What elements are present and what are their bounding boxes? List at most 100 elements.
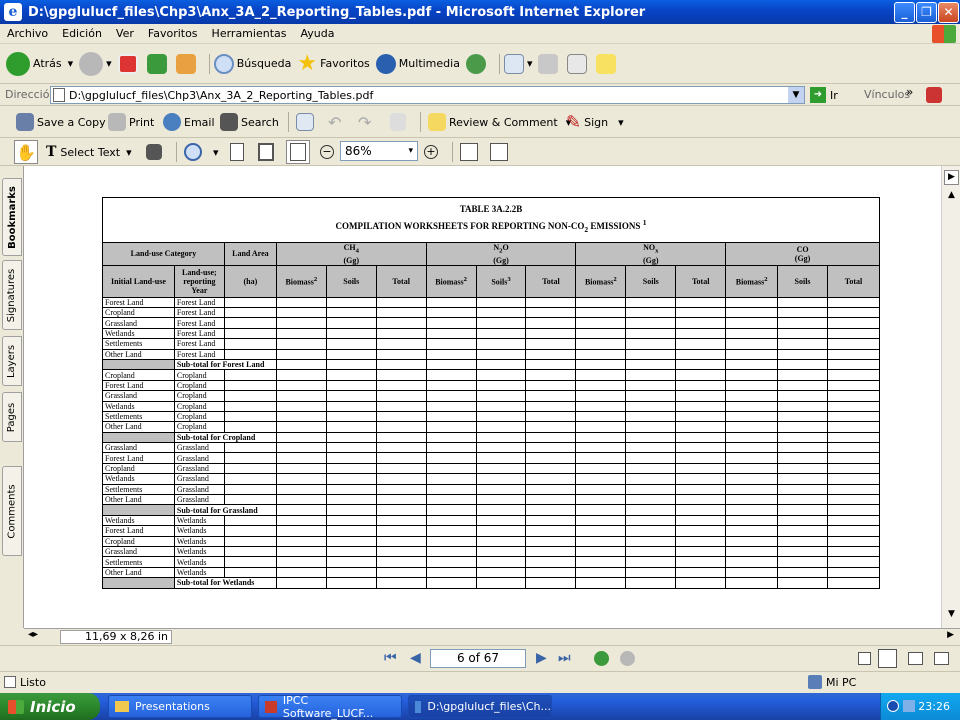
go-button[interactable]: ➜ Ir bbox=[810, 87, 838, 103]
zoom-in-button[interactable]: + bbox=[424, 140, 438, 164]
value-cell bbox=[223, 452, 277, 464]
tab-layers[interactable]: Layers bbox=[2, 336, 22, 386]
spell-check-button[interactable] bbox=[296, 110, 317, 134]
tab-pages[interactable]: Pages bbox=[2, 392, 22, 442]
previous-page-button[interactable]: ◀ bbox=[410, 650, 421, 666]
address-input[interactable]: D:\gpglulucf_files\Chp3\Anx_3A_2_Reporti… bbox=[50, 86, 805, 104]
value-cell bbox=[375, 327, 427, 340]
search-pdf-button[interactable]: Search bbox=[220, 110, 279, 134]
links-label[interactable]: Vínculos bbox=[864, 88, 910, 101]
mail-button[interactable]: ▾ bbox=[503, 53, 532, 74]
maximize-button[interactable]: ❐ bbox=[916, 2, 937, 23]
close-button[interactable]: ✕ bbox=[938, 2, 959, 23]
go-forward-view-icon[interactable] bbox=[620, 651, 635, 666]
value-cell bbox=[223, 410, 277, 423]
scroll-down-icon[interactable]: ▼ bbox=[944, 609, 959, 624]
save-copy-button[interactable]: Save a Copy bbox=[16, 110, 106, 134]
redo-button[interactable]: ↷ bbox=[358, 110, 371, 134]
value-cell bbox=[525, 514, 577, 527]
print-button[interactable] bbox=[538, 53, 561, 74]
rotate-left-button[interactable] bbox=[460, 140, 478, 164]
edit-button[interactable] bbox=[567, 53, 590, 74]
facing-pages-icon[interactable] bbox=[908, 652, 923, 665]
tab-comments[interactable]: Comments bbox=[2, 466, 22, 556]
copy-button[interactable] bbox=[390, 110, 409, 134]
menu-ayuda[interactable]: Ayuda bbox=[293, 27, 341, 40]
actual-size-button[interactable] bbox=[230, 140, 244, 164]
taskbar-item-ipcc-software[interactable]: IPCC Software_LUCF... bbox=[258, 694, 402, 720]
discuss-button[interactable] bbox=[596, 53, 619, 74]
multimedia-button[interactable]: Multimedia bbox=[375, 53, 460, 74]
panel-toggle-arrow-icon[interactable]: ▶ bbox=[944, 170, 959, 185]
address-dropdown-button[interactable]: ▼ bbox=[788, 87, 804, 103]
fit-page-button[interactable] bbox=[258, 140, 274, 164]
menu-archivo[interactable]: Archivo bbox=[0, 27, 55, 40]
value-cell bbox=[275, 390, 327, 402]
value-cell bbox=[275, 473, 327, 485]
back-button[interactable]: Atrás ▾ bbox=[6, 51, 73, 76]
zoom-out-button[interactable]: − bbox=[320, 140, 334, 164]
value-cell bbox=[475, 462, 527, 475]
folder-icon bbox=[115, 701, 129, 712]
document-view[interactable]: TABLE 3A.2.2B COMPILATION WORKSHEETS FOR… bbox=[24, 166, 941, 628]
favorites-button[interactable]: ★ Favoritos bbox=[297, 51, 369, 76]
continuous-page-icon[interactable] bbox=[878, 649, 897, 668]
value-cell bbox=[425, 358, 477, 371]
snapshot-button[interactable] bbox=[146, 140, 165, 164]
search-button[interactable]: Búsqueda bbox=[213, 53, 291, 74]
select-text-button[interactable]: T Select Text ▾ bbox=[46, 140, 132, 164]
taskbar-item-presentations[interactable]: Presentations bbox=[108, 695, 252, 718]
table-row: Grassland Cropland bbox=[102, 390, 880, 402]
forward-button[interactable]: ▾ bbox=[79, 51, 112, 76]
single-page-icon[interactable] bbox=[858, 652, 871, 665]
value-cell bbox=[777, 379, 828, 392]
first-page-button[interactable]: ⏮ bbox=[384, 650, 397, 666]
value-cell bbox=[827, 442, 880, 454]
value-cell bbox=[275, 493, 327, 506]
toolbar-extension-icon[interactable] bbox=[926, 87, 942, 103]
value-cell bbox=[777, 504, 828, 516]
menu-favoritos[interactable]: Favoritos bbox=[141, 27, 205, 40]
stop-button[interactable] bbox=[117, 53, 141, 74]
home-button[interactable] bbox=[175, 53, 199, 74]
go-back-view-icon[interactable] bbox=[594, 651, 609, 666]
scroll-up-icon[interactable]: ▲ bbox=[944, 190, 959, 205]
page-size-bar: ◂▸ 11,69 x 8,26 in ▶ bbox=[24, 628, 960, 645]
next-page-button[interactable]: ▶ bbox=[536, 650, 547, 666]
review-comment-button[interactable]: Review & Comment ▾ bbox=[428, 110, 571, 134]
value-cell bbox=[425, 348, 477, 360]
email-button[interactable]: Email bbox=[163, 110, 215, 134]
undo-button[interactable]: ↶ bbox=[328, 110, 341, 134]
rotate-right-button[interactable] bbox=[490, 140, 508, 164]
reporting-landuse-cell: Wetlands bbox=[173, 514, 225, 527]
menu-ver[interactable]: Ver bbox=[109, 27, 141, 40]
zoom-level-input[interactable]: 86% ▾ bbox=[340, 141, 418, 161]
value-cell bbox=[725, 421, 779, 433]
start-button[interactable]: Inicio bbox=[0, 693, 100, 720]
taskbar-item-current-pdf[interactable]: D:\gpglulucf_files\Ch... bbox=[408, 695, 552, 718]
col-biomass: Biomass2 bbox=[725, 264, 779, 298]
split-icon[interactable]: ◂▸ bbox=[28, 629, 38, 640]
value-cell bbox=[827, 296, 880, 309]
zoom-tool-button[interactable]: ▾ bbox=[184, 140, 219, 164]
sign-button[interactable]: ✎ Sign ▾ bbox=[566, 110, 624, 134]
tray-arrow-icon[interactable] bbox=[887, 700, 899, 712]
scroll-right-icon[interactable]: ▶ bbox=[947, 630, 954, 640]
history-button[interactable] bbox=[465, 53, 489, 74]
hand-tool-button[interactable]: ✋ bbox=[14, 140, 38, 164]
print-pdf-button[interactable]: Print bbox=[108, 110, 154, 134]
volume-icon[interactable] bbox=[903, 700, 915, 712]
tab-signatures[interactable]: Signatures bbox=[2, 260, 22, 330]
fit-width-button[interactable] bbox=[286, 140, 310, 164]
page-number-input[interactable]: 6 of 67 bbox=[430, 649, 526, 668]
tab-bookmarks[interactable]: Bookmarks bbox=[2, 178, 22, 256]
menu-edicion[interactable]: Edición bbox=[55, 27, 109, 40]
last-page-button[interactable]: ⏭ bbox=[558, 650, 571, 666]
menu-herramientas[interactable]: Herramientas bbox=[205, 27, 294, 40]
value-cell bbox=[575, 306, 627, 319]
refresh-button[interactable] bbox=[146, 53, 170, 74]
vertical-scrollbar[interactable]: ▶ ▲ ▼ bbox=[941, 166, 960, 628]
value-cell bbox=[375, 410, 427, 423]
continuous-facing-icon[interactable] bbox=[934, 652, 949, 665]
minimize-button[interactable]: _ bbox=[894, 2, 915, 23]
